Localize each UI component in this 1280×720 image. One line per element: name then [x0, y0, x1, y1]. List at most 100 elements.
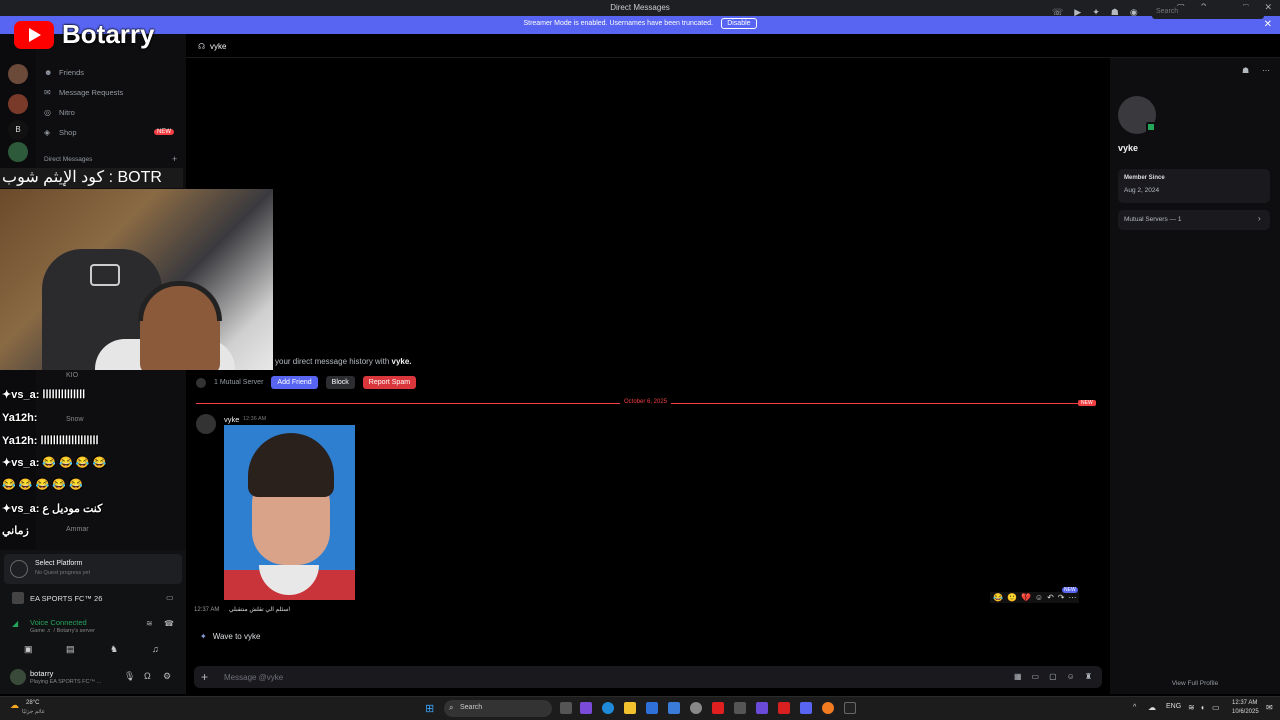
volume-icon[interactable]: ◖ [1200, 703, 1205, 712]
intro-actions: 1 Mutual Server Add Friend Block Report … [196, 376, 417, 389]
clock-date[interactable]: 10/6/2025 [1232, 709, 1259, 715]
mobile-status-icon [1146, 122, 1156, 132]
wave-button[interactable]: ✦ Wave to vyke [200, 632, 260, 641]
sidebar-item-nitro[interactable]: ◎ Nitro [44, 108, 75, 117]
user-profile-panel: ☗ ⋯ vyke Member Since Aug 2, 2024 Mutual… [1110, 58, 1280, 694]
sidebar-item-message-requests[interactable]: ✉ Message Requests [44, 88, 123, 97]
server-icon[interactable] [8, 94, 28, 114]
clock-time[interactable]: 12:37 AM [1232, 700, 1257, 706]
search-input[interactable]: Search [1152, 6, 1264, 19]
image-attachment[interactable] [224, 425, 355, 600]
headphones-icon[interactable]: Ω [144, 671, 151, 681]
account-username: botarry [30, 669, 54, 678]
language-indicator[interactable]: ENG [1166, 703, 1181, 710]
soundboard-icon[interactable]: ♫ [152, 644, 159, 654]
mutual-servers[interactable]: 1 Mutual Server [214, 379, 263, 386]
avatar[interactable] [10, 669, 26, 685]
gift-icon[interactable]: ▦ [1014, 672, 1022, 681]
game-icon [12, 592, 24, 604]
chair-logo [90, 264, 120, 286]
member-since-label: Member Since [1124, 175, 1165, 181]
settings-gear-icon[interactable]: ⚙ [163, 671, 171, 682]
close-icon[interactable]: ✕ [1264, 19, 1272, 30]
view-full-profile-link[interactable]: View Full Profile [1110, 680, 1280, 687]
sticker-icon[interactable]: ▢ [1049, 672, 1057, 681]
task-view-icon[interactable] [560, 702, 572, 714]
app-icon[interactable] [580, 702, 592, 714]
voice-call-icon[interactable]: ☏ [1052, 7, 1063, 18]
screen-share-icon[interactable]: ▤ [66, 644, 75, 655]
youtube-icon[interactable] [712, 702, 724, 714]
mutual-servers-label: Mutual Servers — 1 [1124, 216, 1182, 223]
forward-icon[interactable]: ↷ [1058, 593, 1065, 602]
add-friend-button[interactable]: Add Friend [271, 376, 318, 389]
block-button[interactable]: Block [325, 376, 355, 389]
sidebar-item-friends[interactable]: ☻ Friends [44, 68, 84, 77]
app-icon[interactable] [778, 702, 790, 714]
server-icon[interactable] [8, 64, 28, 84]
tray-chevron-icon[interactable]: ^ [1133, 704, 1136, 711]
friends-icon: ☻ [44, 68, 53, 77]
apps-icon[interactable]: ♜ [1085, 672, 1092, 681]
camera-icon[interactable]: ▣ [24, 644, 33, 655]
tray-app-icon[interactable]: ☁ [1148, 703, 1156, 712]
windows-start-icon[interactable]: ⊞ [425, 702, 434, 715]
weather-desc: غائم جزئيًا [22, 709, 45, 715]
server-icon[interactable] [8, 142, 28, 162]
app-icon[interactable] [668, 702, 680, 714]
network-icon[interactable]: ≋ [1188, 703, 1195, 712]
mic-icon[interactable]: 🎙︎ [124, 671, 135, 682]
disconnect-icon[interactable]: ☎ [164, 619, 174, 628]
edge-icon[interactable] [602, 702, 614, 714]
message-text: اسئلم الي تقلش منتقبلي [229, 607, 291, 613]
battery-icon[interactable]: ▭ [1212, 703, 1220, 712]
account-status: Playing EA SPORTS FC™ ... [30, 679, 102, 685]
composer-placeholder[interactable]: Message @vyke [224, 673, 283, 682]
more-icon[interactable]: ⋯ [1262, 66, 1270, 75]
app-icon[interactable] [844, 702, 856, 714]
attach-plus-icon[interactable]: + [201, 670, 208, 684]
add-friends-icon[interactable]: ☗ [1111, 7, 1119, 18]
report-spam-button[interactable]: Report Spam [362, 376, 417, 389]
notification-icon[interactable]: ✉ [1266, 703, 1273, 712]
create-dm-icon[interactable]: + [172, 154, 177, 164]
reply-icon[interactable]: ↶ [1047, 593, 1054, 602]
message-composer[interactable]: + Message @vyke ▦ ▭ ▢ ☺ ♜ [194, 666, 1102, 688]
gif-icon[interactable]: ▭ [1032, 672, 1040, 681]
reaction-smile-icon[interactable]: 🙂 [1007, 593, 1017, 602]
obs-icon[interactable] [822, 702, 834, 714]
streamer-mode-banner: Streamer Mode is enabled. Usernames have… [0, 16, 1280, 34]
stream-icon[interactable]: ▭ [166, 593, 174, 602]
more-icon[interactable]: ⋯ [1068, 593, 1076, 602]
app-icon[interactable] [734, 702, 746, 714]
activity-icon[interactable]: ♞ [110, 644, 118, 655]
discord-icon[interactable] [800, 702, 812, 714]
noise-icon[interactable]: ≋ [146, 619, 153, 628]
video-call-icon[interactable]: ▶ [1074, 7, 1081, 18]
file-explorer-icon[interactable] [624, 702, 636, 714]
windows-taskbar: ☁ 28°C غائم جزئيًا ⊞ ⌕ Search ^ ☁ ENG ≋ … [0, 696, 1280, 720]
disable-button[interactable]: Disable [721, 18, 757, 29]
taskbar-search[interactable]: ⌕ Search [444, 700, 552, 717]
emoji-icon[interactable]: ☺ [1067, 672, 1075, 681]
mutual-servers-row[interactable]: Mutual Servers — 1 › [1118, 210, 1270, 230]
store-icon[interactable] [646, 702, 658, 714]
avatar[interactable] [196, 414, 216, 434]
add-friend-icon[interactable]: ☗ [1242, 66, 1249, 75]
user-panel: Select Platform No Quest progress yet EA… [0, 550, 186, 694]
app-icon[interactable] [756, 702, 768, 714]
message-author[interactable]: vyke [224, 415, 239, 424]
weather-temp[interactable]: 28°C [26, 700, 39, 706]
profile-toggle-icon[interactable]: ◉ [1130, 7, 1138, 18]
reaction-heart-icon[interactable]: 💔 [1021, 593, 1031, 602]
steam-icon[interactable] [690, 702, 702, 714]
add-reaction-icon[interactable]: ☺ [1035, 593, 1043, 602]
quest-card[interactable]: Select Platform No Quest progress yet [4, 554, 182, 584]
youtube-logo-icon [14, 20, 54, 49]
voice-connected-label[interactable]: Voice Connected [30, 618, 87, 627]
server-icon-b[interactable]: B [8, 120, 28, 140]
close-button[interactable]: ✕ [1264, 2, 1272, 13]
pin-icon[interactable]: ✦ [1092, 7, 1100, 18]
reaction-laugh-icon[interactable]: 😂 [993, 593, 1003, 602]
chat-message: زماني [2, 525, 29, 537]
